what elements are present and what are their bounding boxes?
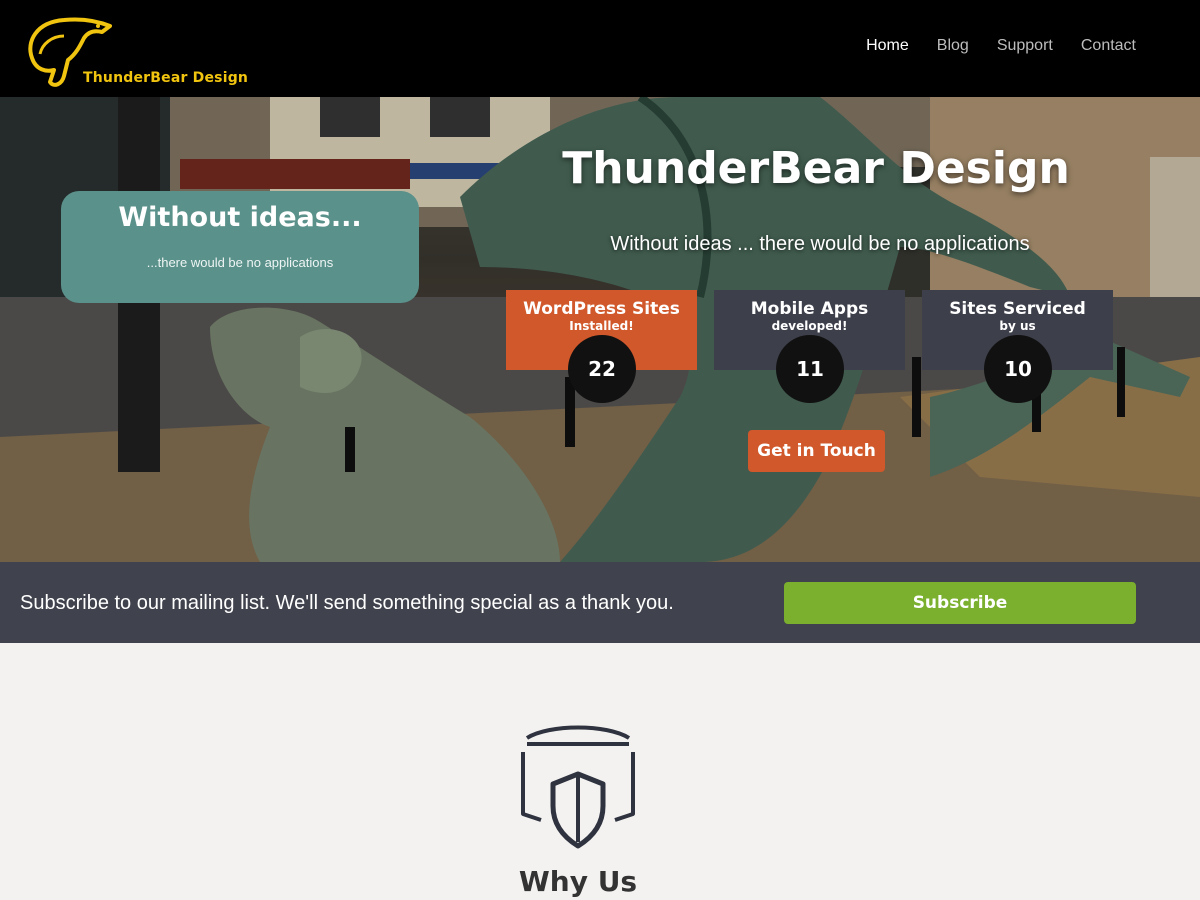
- nav-home[interactable]: Home: [866, 37, 909, 55]
- stat-mobile-apps: Mobile Apps developed! 11: [714, 290, 905, 403]
- hero-subtitle: Without ideas ... there would be no appl…: [610, 233, 1030, 255]
- nav-contact[interactable]: Contact: [1081, 37, 1136, 55]
- stat-value: 11: [776, 335, 844, 403]
- logo-text: ThunderBear Design: [83, 70, 249, 86]
- stat-wordpress-sites: WordPress Sites Installed! 22: [506, 290, 697, 403]
- shield-browser-icon: [521, 725, 635, 849]
- nav-support[interactable]: Support: [997, 37, 1053, 55]
- subscribe-bar: Subscribe to our mailing list. We'll sen…: [0, 562, 1200, 643]
- main-nav: Home Blog Support Contact: [866, 37, 1136, 55]
- site-logo[interactable]: ThunderBear Design: [24, 14, 248, 94]
- callout-title: Without ideas...: [118, 202, 362, 233]
- hero-section: Without ideas... ...there would be no ap…: [0, 97, 1200, 562]
- stat-subtitle: by us: [999, 319, 1036, 333]
- nav-blog[interactable]: Blog: [937, 37, 969, 55]
- stat-title: Sites Serviced: [949, 299, 1086, 319]
- stat-sites-serviced: Sites Serviced by us 10: [922, 290, 1113, 403]
- ideas-callout: Without ideas... ...there would be no ap…: [61, 191, 419, 303]
- stat-title: WordPress Sites: [523, 299, 680, 319]
- stat-title: Mobile Apps: [750, 299, 869, 319]
- stat-subtitle: developed!: [771, 319, 848, 333]
- get-in-touch-button[interactable]: Get in Touch: [748, 430, 885, 472]
- callout-subtitle: ...there would be no applications: [146, 255, 334, 270]
- why-us-title: Why Us: [518, 865, 638, 898]
- why-us-section: Why Us: [0, 643, 1200, 900]
- subscribe-button[interactable]: Subscribe: [784, 582, 1136, 624]
- stat-subtitle: Installed!: [569, 319, 634, 333]
- hero-title: ThunderBear Design: [562, 143, 1070, 194]
- subscribe-text: Subscribe to our mailing list. We'll sen…: [20, 592, 674, 614]
- stat-value: 10: [984, 335, 1052, 403]
- stat-value: 22: [568, 335, 636, 403]
- site-header: ThunderBear Design Home Blog Support Con…: [0, 0, 1200, 97]
